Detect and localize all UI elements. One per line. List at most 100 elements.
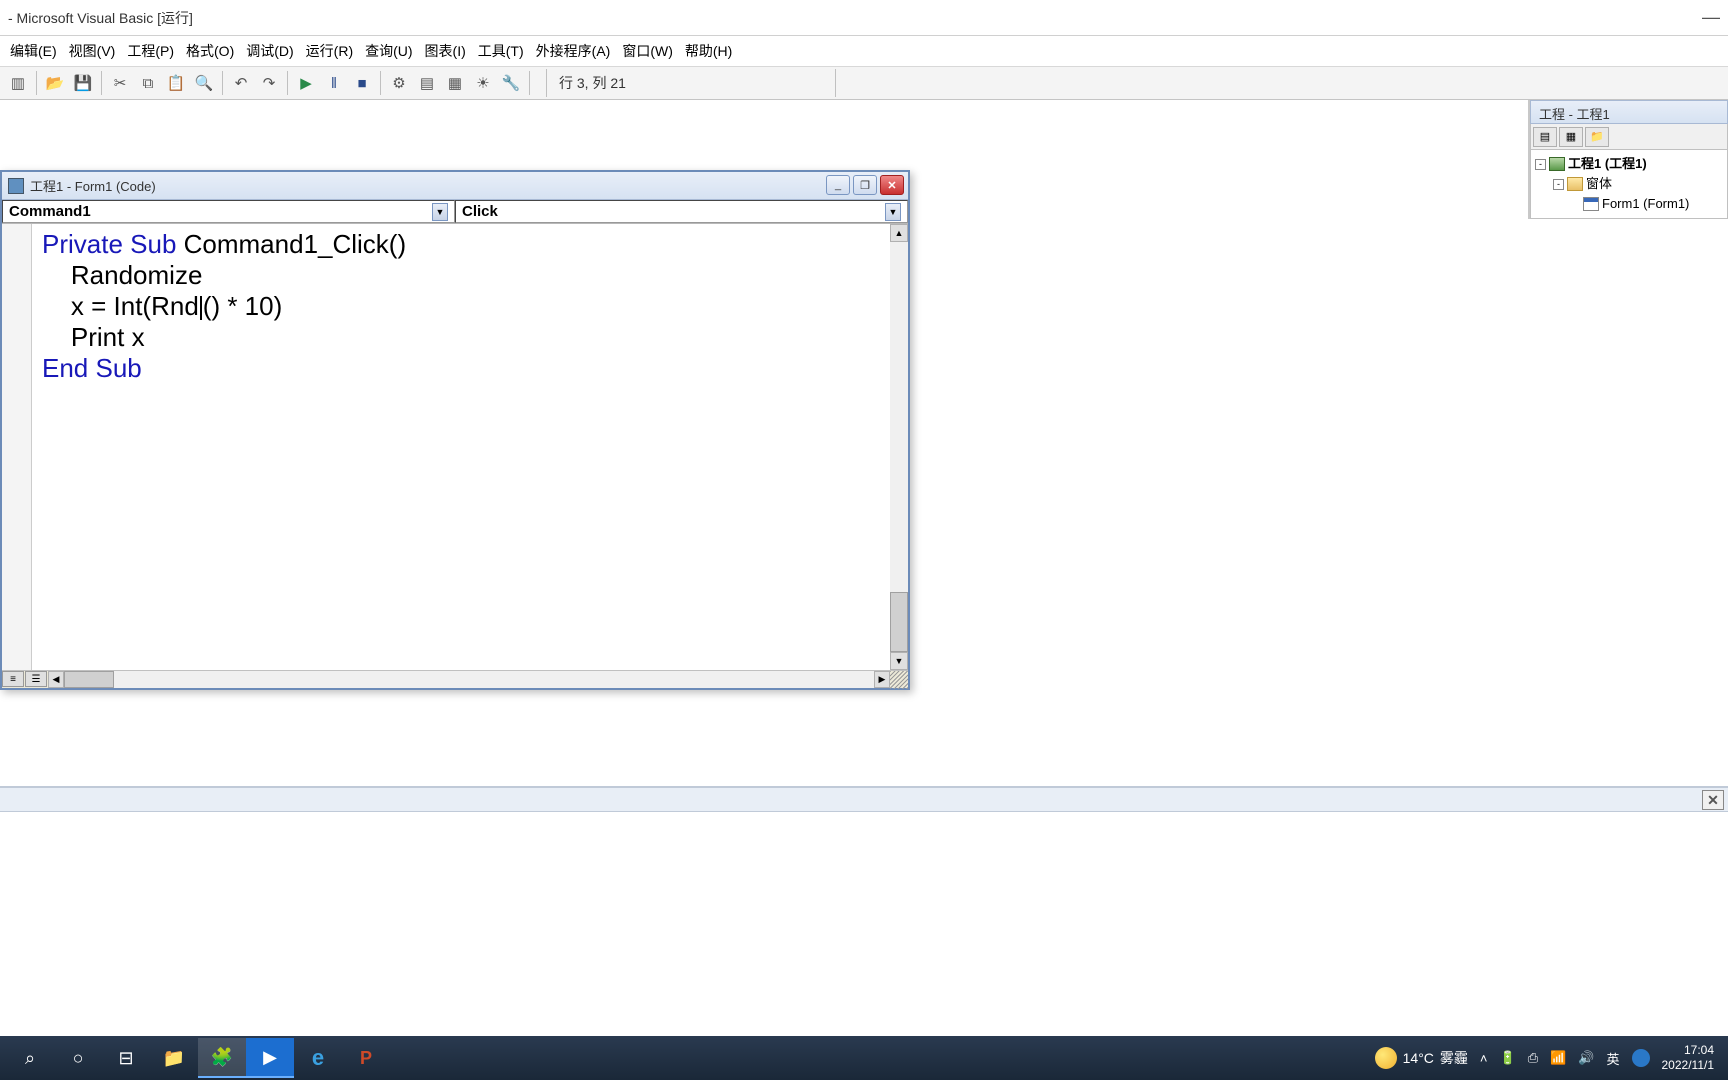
app-titlebar: - Microsoft Visual Basic [运行] —: [0, 0, 1728, 36]
menu-addins[interactable]: 外接程序(A): [530, 37, 617, 65]
scrollbar-thumb[interactable]: [64, 671, 114, 688]
weather-widget[interactable]: 14°C 雾霾: [1375, 1047, 1468, 1069]
cursor-position-status: 行 3, 列 21: [546, 69, 836, 97]
cut-icon[interactable]: ✂: [107, 70, 133, 96]
chevron-down-icon[interactable]: ▼: [432, 203, 448, 221]
cortana-icon[interactable]: ○: [54, 1038, 102, 1078]
form-icon: [1583, 197, 1599, 211]
volume-icon[interactable]: 🔊: [1578, 1050, 1594, 1066]
menu-view[interactable]: 视图(V): [63, 37, 122, 65]
minimize-icon[interactable]: —: [1702, 7, 1720, 28]
separator: [36, 71, 37, 95]
full-module-view-button[interactable]: ☰: [25, 671, 47, 687]
vertical-scrollbar[interactable]: ▲ ▼: [890, 224, 908, 670]
ime-indicator[interactable]: 英: [1606, 1049, 1619, 1068]
battery-icon[interactable]: 🔋: [1500, 1050, 1516, 1066]
project-explorer-toolbar: ▤ ▦ 📁: [1530, 124, 1728, 150]
resize-grip-icon[interactable]: [890, 671, 908, 689]
taskbar-video-button[interactable]: ▶: [246, 1038, 294, 1078]
code-text[interactable]: Private Sub Command1_Click() Randomize x…: [42, 230, 890, 385]
menu-debug[interactable]: 调试(D): [240, 37, 299, 65]
collapse-icon[interactable]: -: [1553, 179, 1564, 190]
project-explorer-icon[interactable]: ⚙: [386, 70, 412, 96]
object-browser-icon[interactable]: ☀: [470, 70, 496, 96]
task-view-icon[interactable]: ⊟: [102, 1038, 150, 1078]
code-keyword: End Sub: [42, 353, 142, 383]
menu-project[interactable]: 工程(P): [121, 37, 180, 65]
properties-icon[interactable]: ▤: [414, 70, 440, 96]
scrollbar-thumb[interactable]: [890, 592, 908, 652]
taskbar-vb6-button[interactable]: 🧩: [198, 1038, 246, 1078]
menu-help[interactable]: 帮助(H): [679, 37, 738, 65]
menu-format[interactable]: 格式(O): [180, 37, 240, 65]
file-explorer-icon[interactable]: 📁: [150, 1038, 198, 1078]
weather-temp: 14°C: [1403, 1050, 1434, 1066]
app-title: - Microsoft Visual Basic [运行]: [8, 8, 193, 28]
project-explorer-title: 工程 - 工程1: [1530, 100, 1728, 124]
code-window-titlebar[interactable]: 工程1 - Form1 (Code) _ ❐ ✕: [2, 172, 908, 200]
object-combobox[interactable]: Command1 ▼: [2, 200, 455, 223]
separator: [222, 71, 223, 95]
menu-diagram[interactable]: 图表(I): [419, 37, 472, 65]
mdi-client-area: 工程1 - Form1 (Code) _ ❐ ✕ Command1 ▼ Clic…: [0, 100, 1728, 1040]
edge-icon[interactable]: e: [294, 1038, 342, 1078]
scroll-left-icon[interactable]: ◀: [48, 671, 64, 688]
menu-edit[interactable]: 编辑(E): [4, 37, 63, 65]
window-maximize-button[interactable]: ❐: [853, 175, 877, 195]
code-window-icon: [8, 178, 24, 194]
code-editor[interactable]: Private Sub Command1_Click() Randomize x…: [2, 224, 908, 670]
procedure-combobox[interactable]: Click ▼: [455, 200, 908, 223]
save-icon[interactable]: 💾: [70, 70, 96, 96]
menu-window[interactable]: 窗口(W): [616, 37, 679, 65]
scroll-up-icon[interactable]: ▲: [890, 224, 908, 242]
clock-date: 2022/11/1: [1662, 1058, 1715, 1073]
menu-tools[interactable]: 工具(T): [472, 37, 530, 65]
code-line: () * 10): [203, 291, 282, 321]
open-icon[interactable]: 📂: [42, 70, 68, 96]
object-combobox-value: Command1: [9, 203, 91, 220]
separator: [101, 71, 102, 95]
clock[interactable]: 17:04 2022/11/1: [1662, 1043, 1715, 1073]
search-icon[interactable]: ⌕: [6, 1038, 54, 1078]
scroll-right-icon[interactable]: ▶: [874, 671, 890, 688]
close-panel-button[interactable]: ✕: [1702, 790, 1724, 810]
window-close-button[interactable]: ✕: [880, 175, 904, 195]
collapse-icon[interactable]: -: [1535, 159, 1546, 170]
pause-icon[interactable]: ‖: [321, 70, 347, 96]
form-layout-icon[interactable]: ▦: [442, 70, 468, 96]
redo-icon[interactable]: ↷: [256, 70, 282, 96]
network-icon[interactable]: 📶: [1550, 1050, 1566, 1066]
scroll-down-icon[interactable]: ▼: [890, 652, 908, 670]
immediate-window-titlebar[interactable]: ✕: [0, 786, 1728, 812]
view-object-button[interactable]: ▦: [1559, 127, 1583, 147]
iflytek-icon[interactable]: [1632, 1049, 1650, 1067]
run-icon[interactable]: ▶: [293, 70, 319, 96]
copy-icon[interactable]: ⧉: [135, 70, 161, 96]
procedure-view-button[interactable]: ≡: [2, 671, 24, 687]
usb-icon[interactable]: ⎙: [1528, 1050, 1538, 1066]
undo-icon[interactable]: ↶: [228, 70, 254, 96]
menu-run[interactable]: 运行(R): [300, 37, 359, 65]
powerpoint-icon[interactable]: P: [342, 1038, 390, 1078]
tree-project-label: 工程1 (工程1): [1568, 154, 1647, 174]
horizontal-scrollbar[interactable]: ◀ ▶: [48, 671, 890, 688]
tray-chevron-up-icon[interactable]: ˄: [1480, 1051, 1488, 1066]
add-form-icon[interactable]: ▥: [5, 70, 31, 96]
code-window-footer: ≡ ☰ ◀ ▶: [2, 670, 908, 688]
find-icon[interactable]: 🔍: [191, 70, 217, 96]
weather-icon: [1375, 1047, 1397, 1069]
window-minimize-button[interactable]: _: [826, 175, 850, 195]
toolbox-icon[interactable]: 🔧: [498, 70, 524, 96]
tree-project-node[interactable]: - 工程1 (工程1): [1535, 154, 1723, 174]
code-line: Print x: [42, 322, 145, 352]
menu-query[interactable]: 查询(U): [359, 37, 418, 65]
tree-folder-node[interactable]: - 窗体: [1535, 174, 1723, 194]
code-window: 工程1 - Form1 (Code) _ ❐ ✕ Command1 ▼ Clic…: [0, 170, 910, 690]
toggle-folders-button[interactable]: 📁: [1585, 127, 1609, 147]
stop-icon[interactable]: ■: [349, 70, 375, 96]
view-code-button[interactable]: ▤: [1533, 127, 1557, 147]
tree-form-node[interactable]: Form1 (Form1): [1535, 194, 1723, 214]
paste-icon[interactable]: 📋: [163, 70, 189, 96]
project-tree[interactable]: - 工程1 (工程1) - 窗体 Form1 (Form1): [1530, 150, 1728, 219]
chevron-down-icon[interactable]: ▼: [885, 203, 901, 221]
